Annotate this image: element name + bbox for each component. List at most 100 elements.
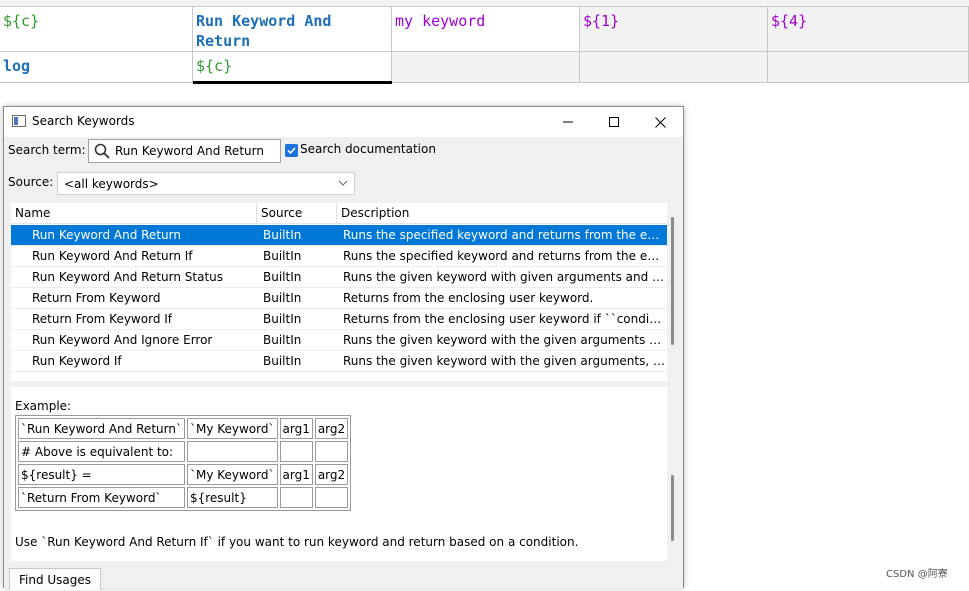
grid-top-row (0, 0, 969, 7)
close-icon (654, 116, 666, 128)
list-row[interactable]: Run Keyword And Ignore Error BuiltIn Runs … (11, 330, 667, 351)
maximize-icon (609, 117, 619, 127)
title-bar[interactable]: Search Keywords (4, 107, 683, 137)
table-cell: ${result} (186, 487, 278, 508)
documentation-note: Use `Run Keyword And Return If` if you w… (15, 535, 579, 549)
table-cell (279, 441, 313, 462)
cell-editor-cursor (193, 81, 392, 84)
search-input[interactable] (115, 142, 275, 160)
row-description: Runs the given keyword with the given ar… (343, 354, 665, 368)
row-description: Returns from the enclosing user keyword … (343, 312, 665, 326)
list-row[interactable]: Run Keyword If BuiltIn Runs the given keyw… (11, 351, 667, 372)
list-row[interactable]: Run Keyword And Return BuiltIn Runs the sp… (11, 225, 667, 246)
list-row[interactable]: Return From Keyword If BuiltIn Returns fro… (11, 309, 667, 330)
list-rows: Run Keyword And Return BuiltIn Runs the sp… (11, 225, 667, 372)
table-cell: # Above is equivalent to: (18, 441, 185, 462)
minimize-icon (563, 121, 573, 123)
row-name: Run Keyword And Return (32, 228, 181, 242)
row-name: Return From Keyword (32, 291, 161, 305)
row-source: BuiltIn (263, 228, 302, 242)
checkmark-icon (287, 147, 296, 155)
documentation-scrollbar[interactable] (671, 475, 674, 541)
row-source: BuiltIn (263, 249, 302, 263)
row-source: BuiltIn (263, 291, 302, 305)
row-description: Runs the given keyword with given argume… (343, 270, 665, 284)
search-keywords-dialog: Search Keywords Search term: Search docu… (3, 106, 684, 590)
row-source: BuiltIn (263, 333, 302, 347)
grid-cell-text: ${c} (196, 57, 233, 75)
row-description: Runs the given keyword with the given ar… (343, 333, 665, 347)
maximize-button[interactable] (591, 107, 637, 137)
table-cell: ${result} = (18, 464, 185, 485)
table-cell: arg2 (314, 418, 349, 439)
source-label: Source: (8, 175, 54, 189)
find-usages-button[interactable]: Find Usages (9, 568, 101, 590)
row-description: Returns from the enclosing user keyword. (343, 291, 594, 305)
grid-cell-r1c4[interactable]: ${1} (580, 7, 768, 52)
search-icon (94, 143, 110, 159)
grid-cell-text: ${c} (3, 12, 40, 30)
chevron-down-icon (338, 180, 348, 186)
row-description: Runs the specified keyword and returns f… (343, 228, 665, 242)
source-dropdown[interactable]: <all keywords> (57, 172, 355, 195)
grid-cell-r1c3[interactable]: my keyword (392, 7, 580, 52)
column-header-source[interactable]: Source (257, 203, 337, 224)
grid-cell-text: log (3, 57, 31, 75)
column-header-name[interactable]: Name (11, 203, 257, 224)
grid-cell-r2c3[interactable] (392, 52, 580, 83)
grid-cell-text: ${1} (583, 12, 620, 30)
row-description: Runs the specified keyword and returns f… (343, 249, 665, 263)
example-table: `Run Keyword And Return` `My Keyword` ar… (15, 415, 352, 511)
row-source: BuiltIn (263, 270, 302, 284)
grid-cell-r1c2[interactable]: Run Keyword And Return (193, 7, 392, 52)
row-source: BuiltIn (263, 354, 302, 368)
list-row[interactable]: Run Keyword And Return Status BuiltIn Runs… (11, 267, 667, 288)
dialog-title: Search Keywords (32, 114, 135, 128)
minimize-button[interactable] (545, 107, 591, 137)
list-row[interactable]: Run Keyword And Return If BuiltIn Runs the… (11, 246, 667, 267)
table-cell: arg1 (279, 464, 313, 485)
table-row: ${result} = `My Keyword` arg1 arg2 (18, 464, 349, 485)
row-name: Run Keyword And Return If (32, 249, 193, 263)
table-cell: `My Keyword` (186, 418, 278, 439)
grid-cell-r2c4[interactable] (580, 52, 768, 83)
grid-cell-r2c5[interactable] (768, 52, 969, 83)
search-term-label: Search term: (8, 143, 86, 157)
app-window-icon (12, 115, 26, 127)
row-name: Run Keyword And Ignore Error (32, 333, 213, 347)
list-row[interactable]: Return From Keyword BuiltIn Returns from t… (11, 288, 667, 309)
grid-cell-r1c5[interactable]: ${4} (768, 7, 969, 52)
table-cell (279, 487, 313, 508)
grid-cell-r2c2[interactable]: ${c} (193, 52, 392, 83)
search-documentation-checkbox[interactable] (285, 144, 298, 157)
table-cell: `Return From Keyword` (18, 487, 185, 508)
grid-cell-text: my keyword (395, 12, 486, 30)
search-documentation-label[interactable]: Search documentation (300, 142, 436, 156)
grid-cell-r2c1[interactable]: log (0, 52, 193, 83)
table-cell (186, 441, 278, 462)
row-name: Run Keyword If (32, 354, 122, 368)
list-scrollbar[interactable] (671, 217, 674, 345)
example-label: Example: (15, 399, 72, 413)
search-field[interactable] (88, 139, 281, 163)
watermark: CSDN @阿寮 (886, 569, 948, 580)
table-cell (314, 487, 349, 508)
keyword-list: Name Source Description Run Keyword And … (11, 203, 667, 381)
table-row: # Above is equivalent to: (18, 441, 349, 462)
table-cell: arg1 (279, 418, 313, 439)
table-cell (314, 441, 349, 462)
table-row: `Return From Keyword` ${result} (18, 487, 349, 508)
column-header-description[interactable]: Description (337, 203, 667, 224)
table-cell: `Run Keyword And Return` (18, 418, 185, 439)
source-dropdown-value: <all keywords> (64, 177, 159, 191)
grid-cell-text: Run Keyword And Return (196, 12, 341, 50)
close-button[interactable] (637, 107, 683, 137)
grid-cell-r1c1[interactable]: ${c} (0, 7, 193, 52)
row-source: BuiltIn (263, 312, 302, 326)
row-name: Return From Keyword If (32, 312, 173, 326)
table-cell: `My Keyword` (186, 464, 278, 485)
list-header: Name Source Description (11, 203, 667, 224)
documentation-pane: Example: `Run Keyword And Return` `My Ke… (11, 387, 667, 561)
table-row: `Run Keyword And Return` `My Keyword` ar… (18, 418, 349, 439)
table-cell: arg2 (314, 464, 349, 485)
